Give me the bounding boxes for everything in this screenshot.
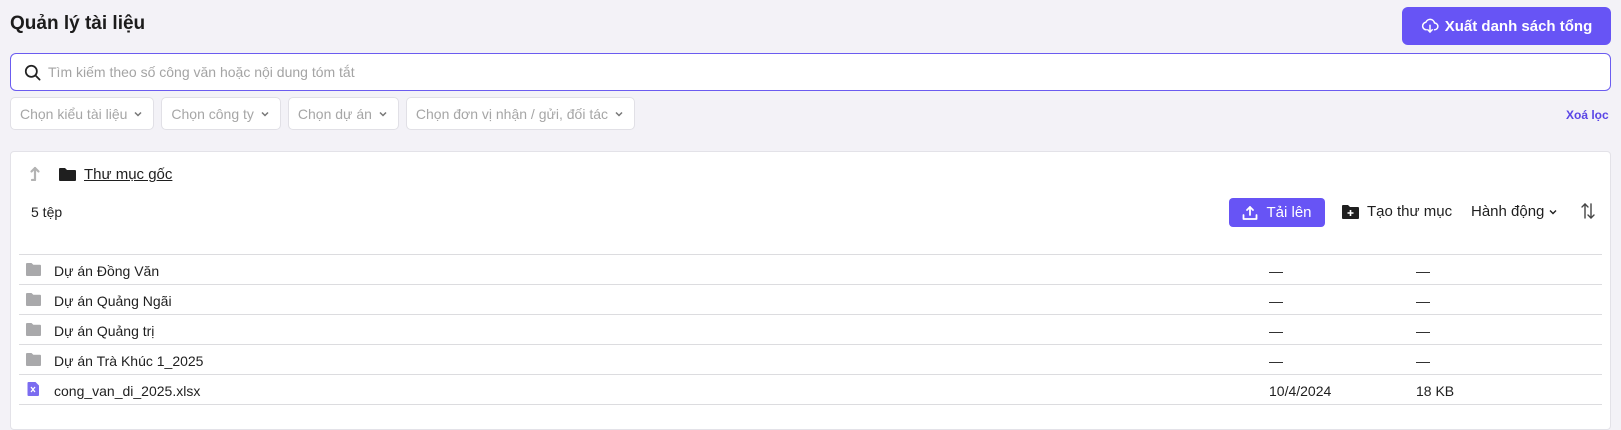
clear-filter-link[interactable]: Xoá lọc [1566, 108, 1609, 122]
file-date: — [1269, 293, 1283, 309]
search-icon [24, 64, 41, 80]
file-explorer-panel: Thư mục gốc 5 tệp Tải lên Tạo thư mục Hà… [10, 151, 1611, 430]
actions-dropdown[interactable]: Hành động [1471, 203, 1558, 220]
file-date: — [1269, 323, 1283, 339]
folder-icon [26, 263, 41, 276]
file-size: — [1416, 323, 1430, 339]
project-filter[interactable]: Chọn dự án [287, 97, 399, 130]
chevron-down-icon [134, 111, 142, 117]
company-filter[interactable]: Chọn công ty [161, 97, 281, 130]
table-row[interactable]: Dự án Đồng Văn — — [19, 255, 1602, 285]
file-date: — [1269, 263, 1283, 279]
upload-button[interactable]: Tải lên [1229, 198, 1325, 227]
file-name: Dự án Đồng Văn [54, 263, 160, 279]
folder-plus-icon [1342, 205, 1359, 219]
file-name: Dự án Quảng trị [54, 323, 155, 339]
search-box[interactable] [10, 53, 1611, 91]
file-name: Dự án Trà Khúc 1_2025 [54, 353, 204, 369]
document-type-filter-label: Chọn kiểu tài liệu [20, 105, 128, 122]
file-table: Dự án Đồng Văn — — Dự án Quảng Ngãi — — … [19, 254, 1602, 405]
file-date: 10/4/2024 [1269, 383, 1332, 399]
cloud-download-icon [1421, 18, 1439, 33]
file-size: — [1416, 293, 1430, 309]
excel-file-icon [27, 382, 39, 396]
chevron-down-icon [379, 111, 387, 117]
table-row[interactable]: Dự án Quảng trị — — [19, 315, 1602, 345]
table-row[interactable]: cong_van_di_2025.xlsx 10/4/2024 18 KB [19, 375, 1602, 405]
file-name: Dự án Quảng Ngãi [54, 293, 172, 309]
file-size: — [1416, 263, 1430, 279]
upload-icon [1243, 205, 1258, 220]
level-up-icon[interactable] [28, 165, 44, 181]
file-count: 5 tệp [31, 204, 63, 220]
file-name: cong_van_di_2025.xlsx [54, 383, 201, 399]
table-row[interactable]: Dự án Quảng Ngãi — — [19, 285, 1602, 315]
folder-icon [26, 293, 41, 306]
chevron-down-icon [1549, 209, 1557, 214]
page-title: Quản lý tài liệu [10, 13, 146, 34]
filter-bar: Chọn kiểu tài liệu Chọn công ty Chọn dự … [10, 97, 636, 130]
chevron-down-icon [615, 111, 623, 117]
sort-icon[interactable] [1581, 202, 1595, 220]
upload-label: Tải lên [1266, 204, 1312, 221]
folder-icon [26, 323, 41, 336]
folder-icon [59, 168, 76, 181]
file-size: 18 KB [1416, 383, 1455, 399]
company-filter-label: Chọn công ty [171, 105, 254, 122]
file-date: — [1269, 353, 1283, 369]
partner-filter-label: Chọn đơn vị nhận / gửi, đối tác [415, 105, 609, 122]
table-row[interactable]: Dự án Trà Khúc 1_2025 — — [19, 345, 1602, 375]
breadcrumb-root[interactable]: Thư mục gốc [84, 166, 172, 183]
new-folder-button[interactable]: Tạo thư mục [1342, 203, 1452, 220]
actions-label: Hành động [1471, 203, 1545, 220]
export-list-label: Xuất danh sách tổng [1444, 17, 1593, 35]
file-size: — [1416, 353, 1430, 369]
chevron-down-icon [261, 111, 269, 117]
export-list-button[interactable]: Xuất danh sách tổng [1402, 7, 1611, 45]
search-input[interactable] [48, 64, 1610, 80]
project-filter-label: Chọn dự án [297, 105, 372, 122]
partner-filter[interactable]: Chọn đơn vị nhận / gửi, đối tác [405, 97, 636, 130]
document-type-filter[interactable]: Chọn kiểu tài liệu [10, 97, 155, 130]
new-folder-label: Tạo thư mục [1367, 203, 1453, 220]
folder-icon [26, 353, 41, 366]
